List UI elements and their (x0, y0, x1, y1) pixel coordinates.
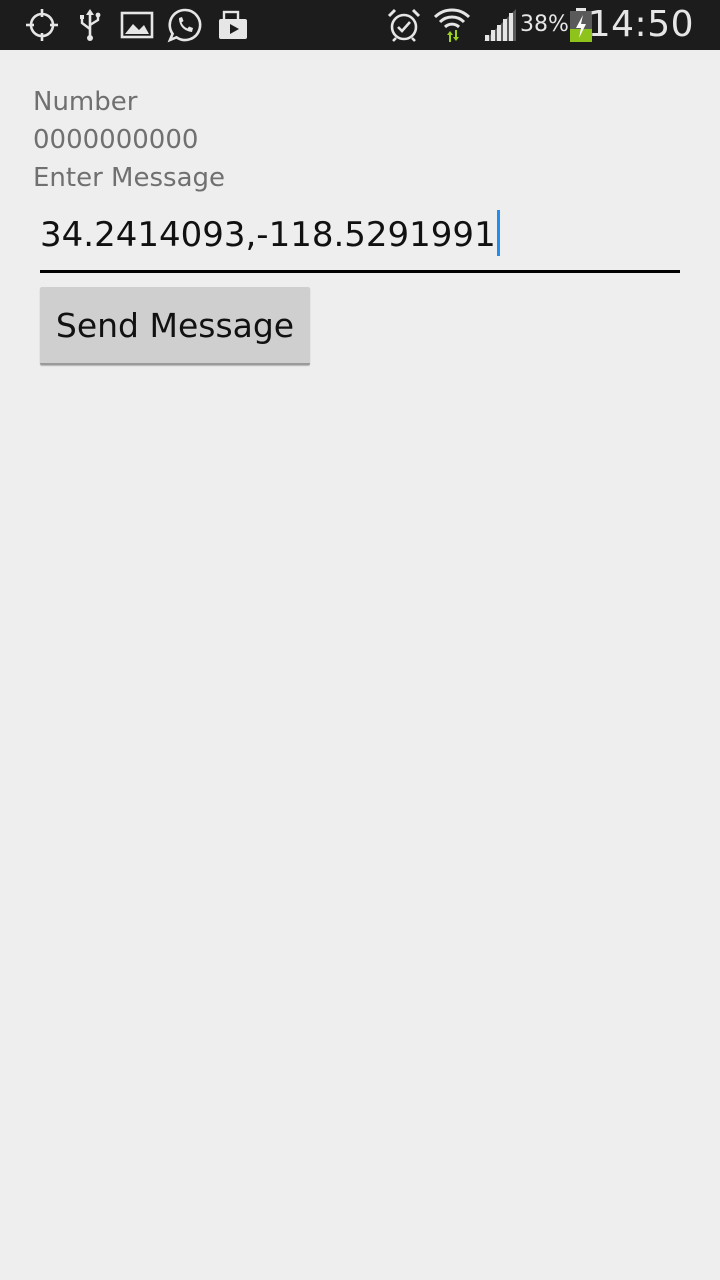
usb-icon (72, 7, 108, 43)
alarm-icon (386, 7, 422, 43)
message-label: Enter Message (33, 163, 226, 193)
gps-icon (24, 7, 60, 43)
number-label: Number (33, 87, 138, 117)
message-input-text[interactable]: 34.2414093,-118.5291991 (40, 210, 500, 256)
media-upload-icon (215, 7, 251, 43)
wifi-icon (434, 7, 470, 43)
send-message-button[interactable]: Send Message (40, 287, 310, 365)
text-cursor (496, 210, 500, 256)
whatsapp-icon (167, 7, 203, 43)
main-content: Number 0000000000 Enter Message 34.24140… (0, 50, 720, 1280)
message-value: 34.2414093,-118.5291991 (40, 215, 496, 255)
battery-percent: 38% (520, 12, 569, 37)
number-value: 0000000000 (33, 125, 199, 155)
message-input[interactable]: 34.2414093,-118.5291991 (40, 200, 680, 273)
clock: 14:50 (587, 4, 694, 45)
gallery-icon (119, 7, 155, 43)
status-bar: 38% 14:50 (0, 0, 720, 50)
signal-icon (482, 7, 518, 43)
